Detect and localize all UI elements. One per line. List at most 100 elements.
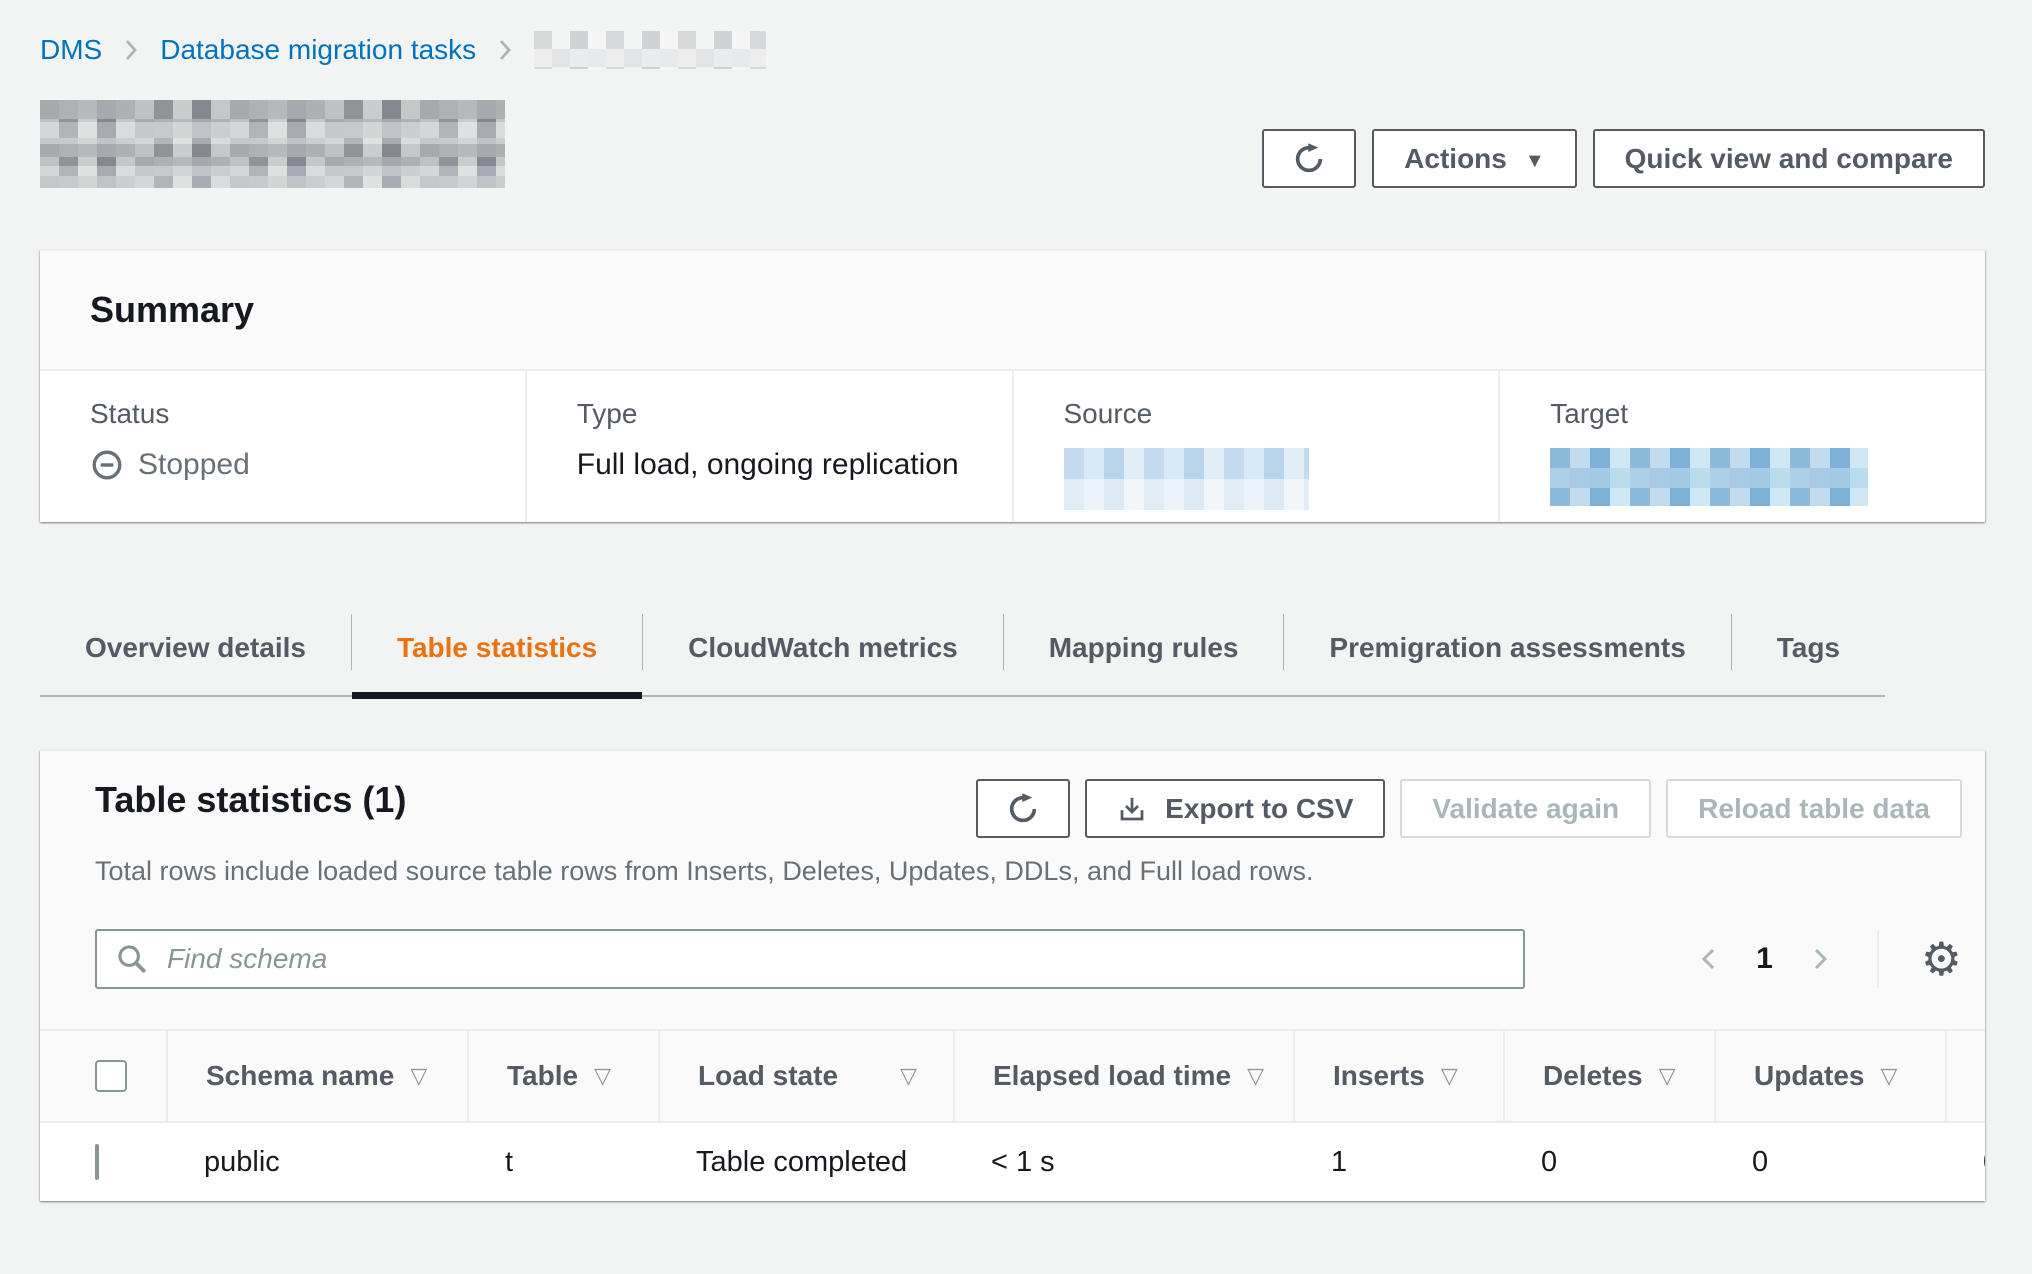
cell-updates: 0 (1714, 1146, 1945, 1179)
row-checkbox[interactable] (95, 1144, 99, 1180)
sort-icon: ▽ (900, 1064, 917, 1089)
page-title-redacted (40, 100, 505, 188)
column-header-updates[interactable]: Updates ▽ (1714, 1031, 1945, 1121)
sort-icon: ▽ (1247, 1064, 1264, 1089)
tab-cloudwatch-metrics[interactable]: CloudWatch metrics (643, 600, 1003, 695)
chevron-left-icon (1694, 944, 1724, 974)
column-label: Schema name (206, 1060, 394, 1092)
pagination: 1 ⚙ (1694, 930, 1962, 988)
summary-title: Summary (90, 289, 254, 331)
row-select-cell (40, 1146, 166, 1179)
actions-button[interactable]: Actions ▼ (1372, 129, 1576, 188)
source-value-redacted (1064, 448, 1309, 510)
refresh-button[interactable] (1262, 129, 1356, 188)
select-all-checkbox[interactable] (95, 1060, 127, 1092)
status-text: Stopped (138, 448, 250, 482)
refresh-icon (1292, 142, 1326, 176)
chevron-right-icon (494, 37, 516, 63)
summary-panel: Summary Status Stopped Type Full load, (40, 250, 1985, 522)
cell-deletes: 0 (1503, 1146, 1714, 1179)
tab-overview-details[interactable]: Overview details (40, 600, 351, 695)
summary-field-status: Status Stopped (40, 371, 525, 522)
sort-icon: ▽ (410, 1064, 427, 1089)
column-header-load-state[interactable]: Load state ▽ (658, 1031, 953, 1121)
column-header-inserts[interactable]: Inserts ▽ (1293, 1031, 1503, 1121)
table-refresh-button[interactable] (976, 779, 1070, 838)
source-label: Source (1064, 398, 1499, 430)
settings-gear-icon[interactable]: ⚙ (1921, 936, 1962, 982)
next-page-button[interactable] (1805, 944, 1835, 974)
breadcrumb-link-dms[interactable]: DMS (40, 34, 102, 66)
table-panel-header: Table statistics (1) (40, 779, 1985, 838)
table-header-row: Schema name ▽ Table ▽ Load state ▽ Elaps… (40, 1029, 1985, 1123)
dms-task-page: DMS Database migration tasks Actions (0, 0, 2032, 1201)
column-header-ddls[interactable]: DDLs ▽ (1945, 1031, 1985, 1121)
column-label: Deletes (1543, 1060, 1643, 1092)
column-header-schema-name[interactable]: Schema name ▽ (166, 1031, 467, 1121)
tab-tags[interactable]: Tags (1732, 600, 1885, 695)
table-statistics-panel: Table statistics (1) (40, 750, 1985, 1201)
column-header-elapsed-load-time[interactable]: Elapsed load time ▽ (953, 1031, 1293, 1121)
cell-elapsed-load-time: < 1 s (953, 1146, 1293, 1179)
export-csv-label: Export to CSV (1165, 795, 1353, 823)
target-value-redacted (1550, 448, 1868, 506)
cell-load-state: Table completed (658, 1146, 953, 1179)
cell-inserts: 1 (1293, 1146, 1503, 1179)
summary-field-source: Source (1012, 371, 1499, 522)
refresh-icon (1006, 792, 1040, 826)
previous-page-button[interactable] (1694, 944, 1724, 974)
select-all-cell (40, 1031, 166, 1121)
table-statistics-title: Table statistics (1) (95, 779, 406, 821)
find-schema-input[interactable] (165, 942, 1505, 976)
sort-icon: ▽ (1441, 1064, 1458, 1089)
summary-header: Summary (40, 251, 1985, 371)
quick-view-label: Quick view and compare (1625, 145, 1953, 173)
column-label: Elapsed load time (993, 1060, 1231, 1092)
sort-icon: ▽ (594, 1064, 611, 1089)
table-row: public t Table completed < 1 s 1 0 0 0 (40, 1123, 1985, 1201)
column-header-table[interactable]: Table ▽ (467, 1031, 658, 1121)
pagination-divider (1877, 930, 1879, 988)
column-label: Table (507, 1060, 578, 1092)
summary-body: Status Stopped Type Full load, ongoing r… (40, 371, 1985, 522)
table-controls-row: 1 ⚙ (95, 929, 1962, 989)
actions-button-label: Actions (1404, 145, 1507, 173)
export-csv-button[interactable]: Export to CSV (1085, 779, 1385, 838)
breadcrumb-task-name-redacted (534, 31, 766, 69)
summary-field-type: Type Full load, ongoing replication (525, 371, 1012, 522)
breadcrumb-link-tasks[interactable]: Database migration tasks (160, 34, 476, 66)
cell-ddls: 0 (1945, 1146, 1985, 1179)
search-icon (115, 942, 149, 976)
target-label: Target (1550, 398, 1985, 430)
reload-table-data-button[interactable]: Reload table data (1666, 779, 1962, 838)
type-value: Full load, ongoing replication (577, 448, 1012, 482)
tab-table-statistics[interactable]: Table statistics (352, 600, 642, 695)
download-icon (1117, 794, 1147, 824)
chevron-right-icon (120, 37, 142, 63)
sort-icon: ▽ (1659, 1064, 1676, 1089)
header-actions: Actions ▼ Quick view and compare (1262, 129, 1985, 188)
caret-down-icon: ▼ (1525, 151, 1545, 171)
validate-again-button[interactable]: Validate again (1400, 779, 1651, 838)
cell-table: t (467, 1146, 658, 1179)
quick-view-compare-button[interactable]: Quick view and compare (1593, 129, 1985, 188)
column-label: Inserts (1333, 1060, 1425, 1092)
stopped-icon (90, 448, 124, 482)
schema-search-box (95, 929, 1525, 989)
summary-field-target: Target (1498, 371, 1985, 522)
tab-mapping-rules[interactable]: Mapping rules (1004, 600, 1284, 695)
column-header-deletes[interactable]: Deletes ▽ (1503, 1031, 1714, 1121)
breadcrumb: DMS Database migration tasks (40, 30, 1985, 70)
status-value: Stopped (90, 448, 525, 482)
tab-premigration-assessments[interactable]: Premigration assessments (1284, 600, 1730, 695)
chevron-right-icon (1805, 944, 1835, 974)
type-label: Type (577, 398, 1012, 430)
current-page-number[interactable]: 1 (1756, 942, 1773, 976)
table-description: Total rows include loaded source table r… (40, 838, 1985, 887)
page-header: Actions ▼ Quick view and compare (40, 100, 1985, 188)
column-label: Load state (698, 1060, 838, 1092)
task-tabs: Overview details Table statistics CloudW… (40, 600, 1885, 697)
column-label: Updates (1754, 1060, 1864, 1092)
table-statistics-grid: Schema name ▽ Table ▽ Load state ▽ Elaps… (40, 1029, 1985, 1201)
sort-icon: ▽ (1880, 1064, 1897, 1089)
